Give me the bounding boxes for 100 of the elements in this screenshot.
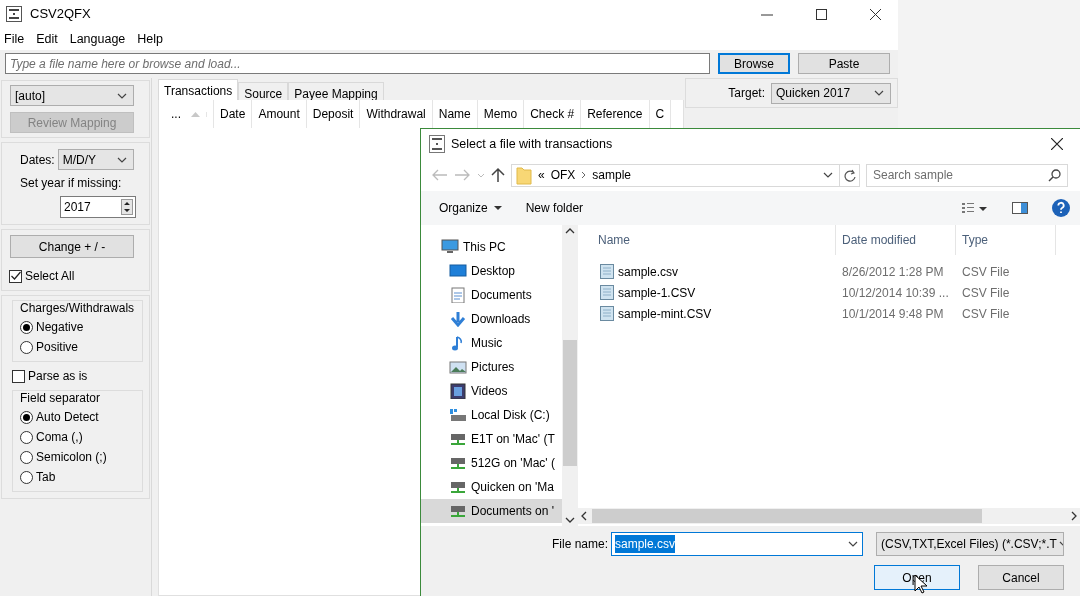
search-icon xyxy=(1048,168,1061,182)
file-name[interactable]: sample-mint.CSV xyxy=(618,304,712,323)
radio-label[interactable]: Negative xyxy=(36,318,84,336)
scrollbar[interactable] xyxy=(562,225,578,526)
scrollbar-thumb[interactable] xyxy=(563,340,577,466)
column-header[interactable]: Type xyxy=(956,225,1056,255)
close-icon[interactable] xyxy=(1051,138,1063,150)
date-format-dropdown[interactable]: M/D/Y xyxy=(57,149,134,170)
scroll-up-icon[interactable] xyxy=(565,227,575,235)
nav-item[interactable]: Videos xyxy=(421,379,562,403)
help-icon[interactable] xyxy=(1052,199,1070,217)
menu-item[interactable]: Help xyxy=(137,29,164,49)
document-icon xyxy=(449,287,467,303)
menu-item[interactable]: File xyxy=(4,29,25,49)
address-bar[interactable]: « OFX sample xyxy=(511,163,860,187)
target-dropdown[interactable]: Quicken 2017 xyxy=(771,82,891,104)
radio-label[interactable]: Auto Detect xyxy=(36,408,99,426)
scroll-down-icon[interactable] xyxy=(565,516,575,524)
menu-item[interactable]: Edit xyxy=(36,29,58,49)
nav-item[interactable]: This PC xyxy=(421,235,562,259)
scroll-left-icon[interactable] xyxy=(580,511,588,521)
group-title: Field separator xyxy=(20,390,102,407)
paste-button[interactable]: Paste xyxy=(798,53,890,74)
chevron-icon xyxy=(117,92,127,99)
column-header[interactable]: Date modified xyxy=(836,225,956,255)
select-all-checkbox-label[interactable]: Select All xyxy=(25,267,75,285)
parse-as-is-checkbox[interactable] xyxy=(12,369,25,383)
column-header[interactable]: Amount xyxy=(252,100,307,128)
year-spinner[interactable]: 2017 xyxy=(60,196,136,218)
nav-item[interactable]: 512G on 'Mac' ( xyxy=(421,451,562,475)
radio-label[interactable]: Coma (,) xyxy=(36,428,83,446)
drive-icon xyxy=(449,407,467,423)
nav-item[interactable]: Desktop xyxy=(421,259,562,283)
file-type-dropdown[interactable]: (CSV,TXT,Excel Files) (*.CSV;*.T xyxy=(876,532,1064,556)
file-type: CSV File xyxy=(961,305,1010,323)
tab[interactable]: Transactions xyxy=(158,79,239,100)
nav-item[interactable]: Downloads xyxy=(421,307,562,331)
chevron-icon xyxy=(874,90,884,96)
nav-item[interactable]: Pictures xyxy=(421,355,562,379)
network-drive-icon xyxy=(449,503,467,519)
network-drive-icon xyxy=(449,479,467,495)
radio-button[interactable] xyxy=(20,410,33,424)
organize-menu[interactable]: Organize xyxy=(439,199,502,217)
text-file-icon xyxy=(599,305,615,322)
column-header[interactable]: Date xyxy=(214,100,253,128)
refresh-icon[interactable] xyxy=(843,168,856,182)
column-header[interactable]: ... xyxy=(159,100,214,128)
menu-item[interactable]: Language xyxy=(69,29,126,49)
tab[interactable]: Source xyxy=(238,82,289,100)
column-header[interactable]: Name xyxy=(578,225,836,255)
mapping-dropdown[interactable]: [auto] xyxy=(10,85,134,106)
select-all-checkbox[interactable] xyxy=(9,269,22,283)
cancel-button[interactable]: Cancel xyxy=(978,565,1064,590)
file-date: 8/26/2012 1:28 PM xyxy=(841,263,945,281)
tab[interactable]: Payee Mapping xyxy=(288,82,384,100)
app-icon xyxy=(6,6,22,22)
nav-item[interactable]: Quicken on 'Ma xyxy=(421,475,562,499)
search-field[interactable]: Search sample xyxy=(866,163,1068,187)
radio-button[interactable] xyxy=(20,340,33,354)
browse-button[interactable]: Browse xyxy=(718,53,790,74)
chevron-icon xyxy=(823,172,833,178)
caret-icon xyxy=(493,206,502,210)
computer-icon xyxy=(441,239,459,255)
view-options-icon[interactable] xyxy=(962,202,988,214)
nav-item[interactable]: Music xyxy=(421,331,562,355)
file-name-field[interactable]: sample.csv xyxy=(611,532,863,556)
nav-item[interactable]: Documents on ' xyxy=(421,499,562,523)
overflow-chevrons[interactable]: « xyxy=(538,166,545,184)
file-name-label: File name: xyxy=(551,536,608,553)
window-title: CSV2QFX xyxy=(30,5,91,24)
file-date: 10/12/2014 10:39 ... xyxy=(841,284,950,302)
nav-item[interactable]: E1T on 'Mac' (T xyxy=(421,427,562,451)
scrollbar[interactable] xyxy=(578,508,1080,524)
network-drive-icon xyxy=(449,431,467,447)
target-label: Target: xyxy=(728,85,765,102)
radio-button[interactable] xyxy=(20,450,33,464)
scroll-right-icon[interactable] xyxy=(1070,511,1078,521)
radio-label[interactable]: Semicolon (;) xyxy=(36,448,107,466)
radio-button[interactable] xyxy=(20,320,33,334)
up-arrow-icon[interactable] xyxy=(491,167,505,183)
radio-button[interactable] xyxy=(20,470,33,484)
nav-item[interactable]: Documents xyxy=(421,283,562,307)
change-sign-button[interactable]: Change + / - xyxy=(10,235,134,258)
scrollbar-thumb[interactable] xyxy=(592,509,982,523)
file-name[interactable]: sample-1.CSV xyxy=(618,283,696,302)
text-file-icon xyxy=(599,284,615,301)
breadcrumb[interactable]: sample xyxy=(592,166,632,184)
radio-label[interactable]: Positive xyxy=(36,338,79,356)
radio-button[interactable] xyxy=(20,430,33,444)
new-folder-button[interactable]: New folder xyxy=(525,199,584,217)
file-name-field[interactable]: Type a file name here or browse and load... xyxy=(5,53,710,74)
file-name[interactable]: sample.csv xyxy=(618,262,679,281)
nav-item[interactable]: Local Disk (C:) xyxy=(421,403,562,427)
spin-arrows-icon[interactable] xyxy=(121,199,133,215)
preview-pane-icon[interactable] xyxy=(1012,202,1028,214)
column-header[interactable]: Deposit xyxy=(306,100,361,128)
file-type: CSV File xyxy=(961,263,1010,281)
breadcrumb[interactable]: OFX xyxy=(550,166,576,184)
radio-label[interactable]: Tab xyxy=(36,468,56,486)
parse-as-is-checkbox-label[interactable]: Parse as is xyxy=(28,367,88,385)
